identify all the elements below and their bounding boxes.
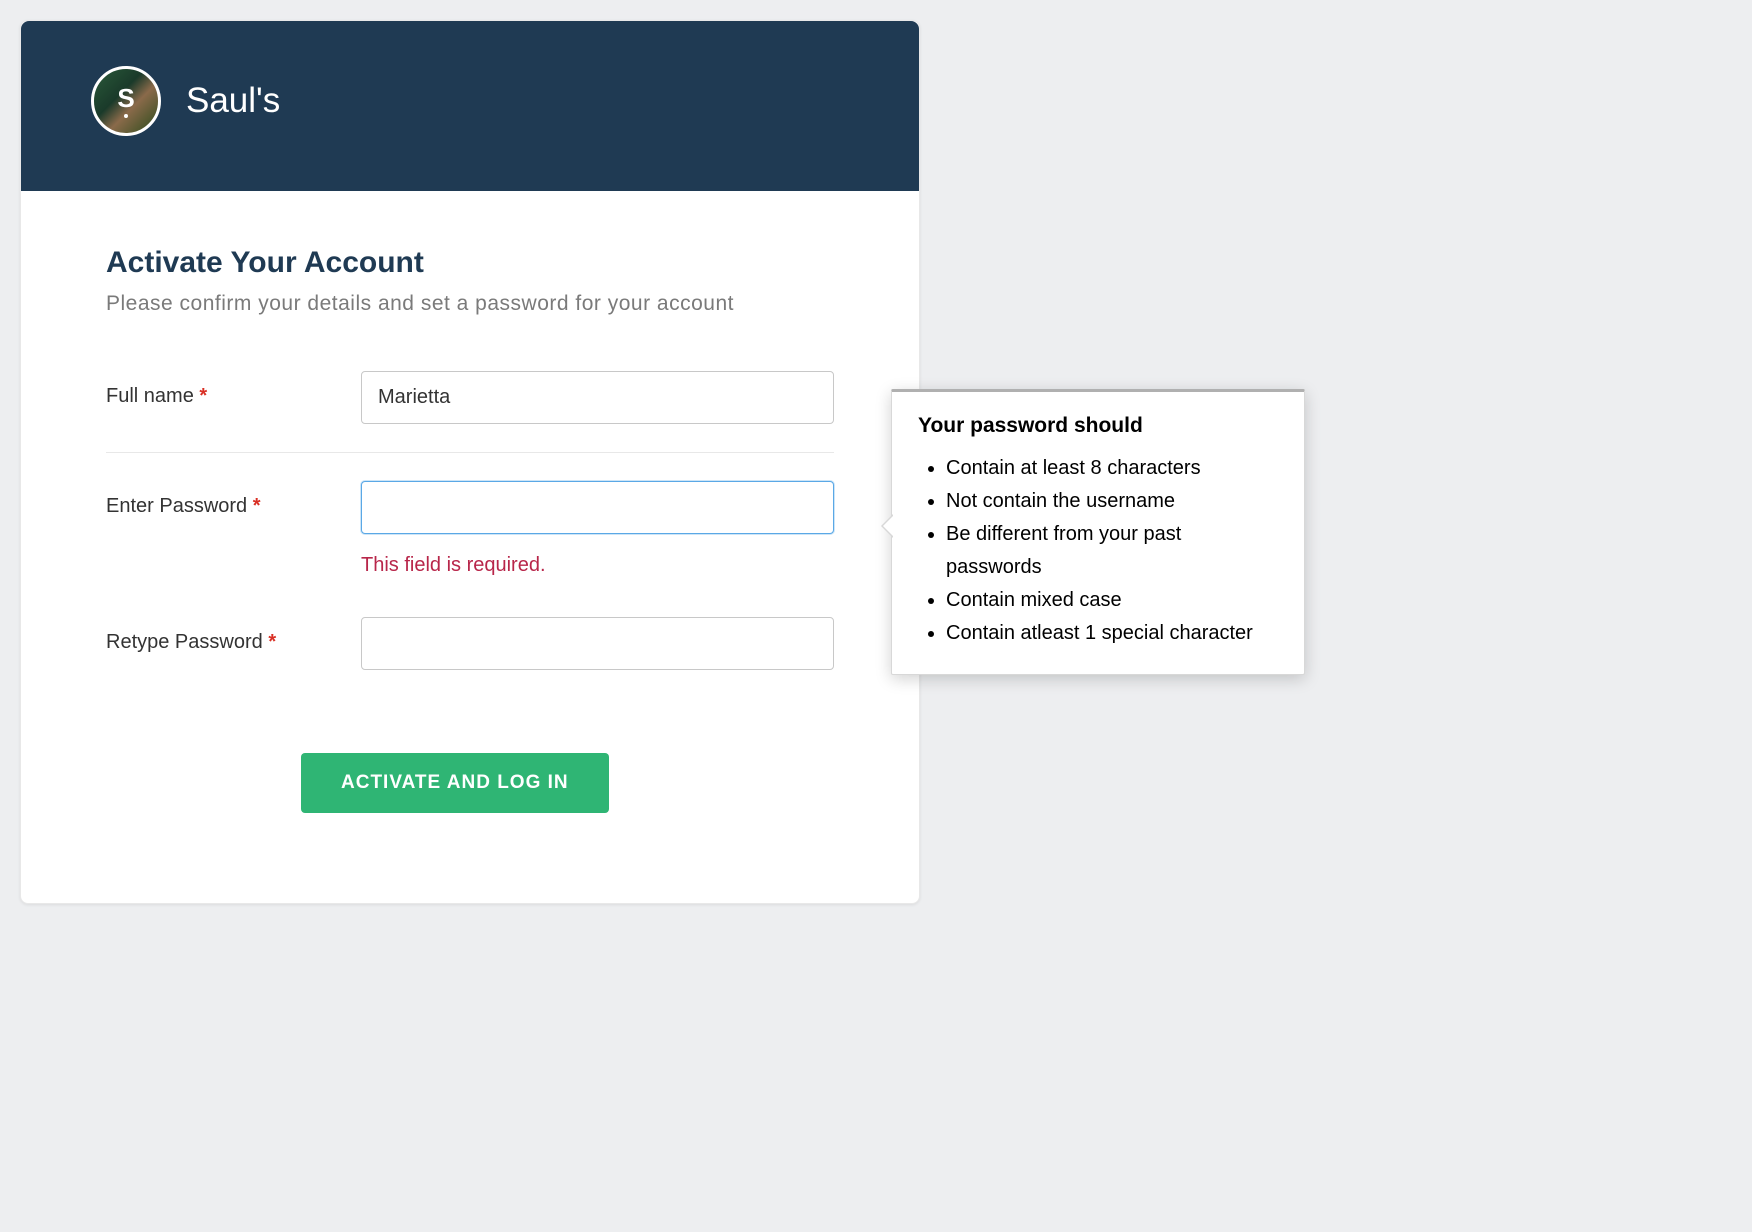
account-activation-card: S Saul's Activate Your Account Please co…	[20, 20, 920, 904]
enter-password-input[interactable]	[361, 481, 834, 534]
card-content: Activate Your Account Please confirm you…	[21, 191, 919, 903]
enter-password-row: Enter Password *	[106, 481, 834, 534]
full-name-input[interactable]	[361, 371, 834, 424]
required-indicator-icon: *	[199, 385, 207, 407]
required-indicator-icon: *	[268, 631, 276, 653]
tooltip-arrow-icon	[881, 514, 893, 538]
brand-logo: S	[91, 66, 161, 136]
tooltip-item: Be different from your past passwords	[946, 518, 1278, 584]
brand-logo-letter: S	[117, 85, 134, 111]
retype-password-row: Retype Password *	[106, 617, 834, 698]
retype-password-label: Retype Password *	[106, 617, 341, 654]
retype-password-input[interactable]	[361, 617, 834, 670]
page-title: Activate Your Account	[106, 246, 834, 280]
tooltip-item: Contain mixed case	[946, 584, 1278, 617]
full-name-row: Full name *	[106, 371, 834, 453]
full-name-label: Full name *	[106, 371, 341, 408]
brand-logo-dot-icon	[124, 114, 128, 118]
enter-password-label: Enter Password *	[106, 481, 341, 518]
card-header: S Saul's	[21, 21, 919, 191]
password-requirements-tooltip: Your password should Contain at least 8 …	[891, 389, 1305, 675]
tooltip-item: Contain at least 8 characters	[946, 452, 1278, 485]
required-indicator-icon: *	[253, 495, 261, 517]
activate-and-login-button[interactable]: ACTIVATE AND LOG IN	[301, 753, 609, 813]
tooltip-item: Contain atleast 1 special character	[946, 617, 1278, 650]
tooltip-title: Your password should	[918, 414, 1278, 438]
page-subtitle: Please confirm your details and set a pa…	[106, 292, 834, 316]
password-error-message: This field is required.	[361, 554, 834, 577]
brand-title: Saul's	[186, 81, 280, 121]
submit-button-wrap: ACTIVATE AND LOG IN	[301, 753, 834, 813]
tooltip-requirements-list: Contain at least 8 characters Not contai…	[918, 452, 1278, 650]
tooltip-item: Not contain the username	[946, 485, 1278, 518]
